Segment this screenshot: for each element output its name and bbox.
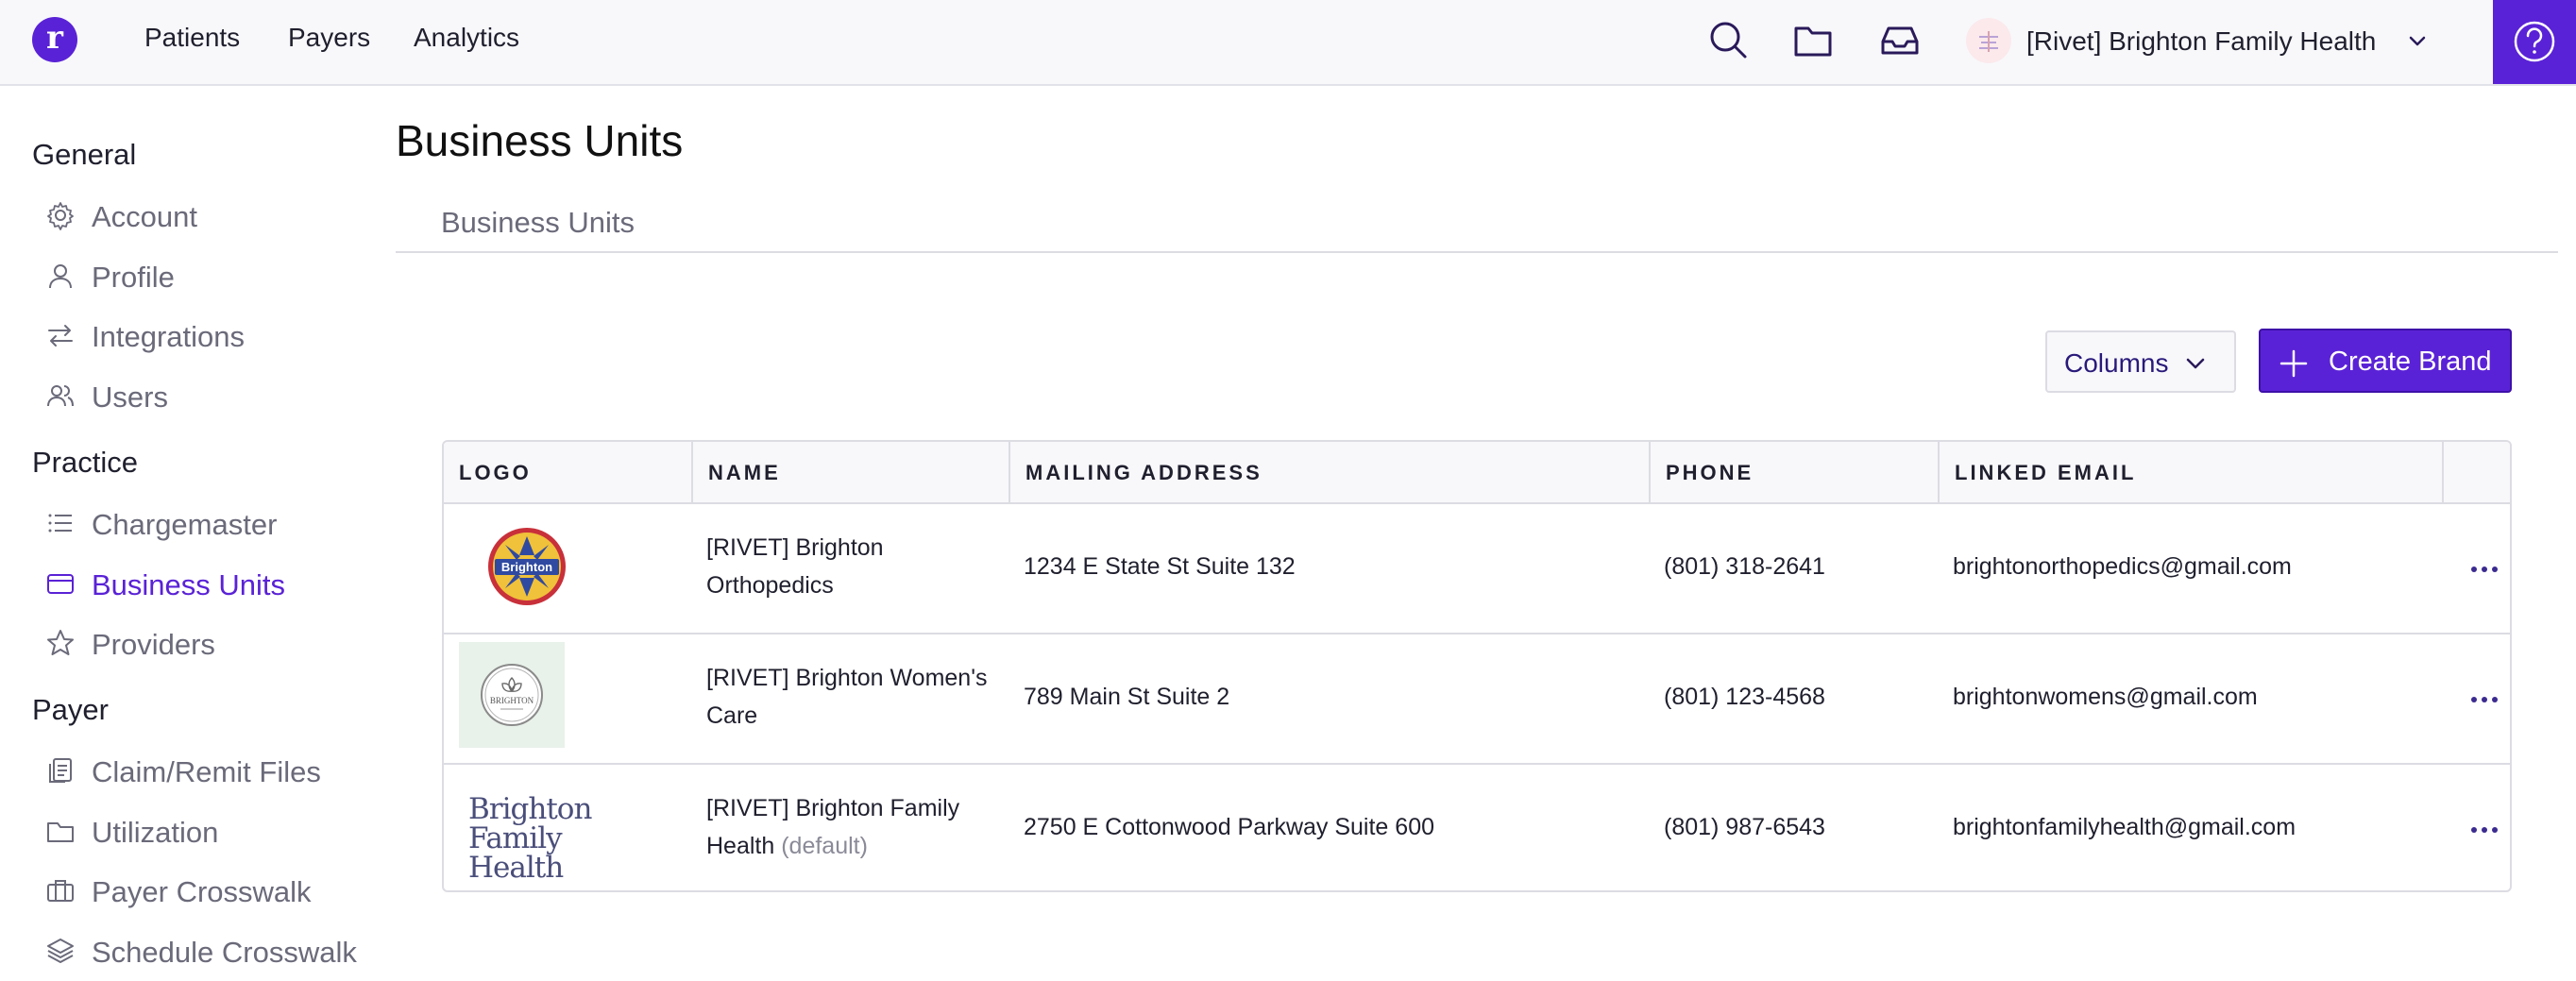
- row-phone: (801) 318-2641: [1664, 553, 1825, 580]
- sidebar-item-providers[interactable]: Providers: [45, 620, 385, 666]
- row-email: brightonwomens@gmail.com: [1953, 684, 2258, 710]
- name-line2: Orthopedics: [706, 572, 834, 599]
- logo-text: BRIGHTON: [490, 696, 534, 705]
- sidebar-item-label: Schedule Crosswalk: [92, 936, 357, 969]
- table-row[interactable]: BRIGHTON [RIVET] Brighton Women's Care 78…: [444, 634, 2510, 765]
- header-name[interactable]: NAME: [691, 442, 1008, 504]
- section-payer: Payer: [32, 693, 109, 726]
- sidebar-item-utilization[interactable]: Utilization: [45, 808, 385, 854]
- layers-icon: [47, 939, 74, 963]
- sidebar-item-chargemaster[interactable]: Chargemaster: [45, 500, 385, 546]
- name-line2: Care: [706, 702, 758, 729]
- header-linked-email[interactable]: LINKED EMAIL: [1938, 442, 2442, 504]
- brighton-family-health-logo: Brighton Family Health: [468, 795, 669, 883]
- header-logo[interactable]: LOGO: [444, 442, 691, 504]
- inbox-icon[interactable]: [1879, 19, 1921, 60]
- sidebar-item-integrations[interactable]: Integrations: [45, 313, 385, 358]
- columns-button-label: Columns: [2064, 348, 2169, 378]
- columns-button[interactable]: Columns: [2045, 330, 2236, 393]
- nav-patients[interactable]: Patients: [144, 23, 240, 53]
- sidebar-item-label: Utilization: [92, 816, 219, 849]
- header-actions: [2442, 442, 2510, 504]
- table-row[interactable]: Brighton Family Health [RIVET] Brighton …: [444, 765, 2510, 890]
- arrows-icon: [48, 325, 73, 347]
- card-icon: [47, 574, 74, 594]
- row-address: 789 Main St Suite 2: [1024, 684, 1230, 710]
- brighton-womens-logo: BRIGHTON: [459, 642, 565, 748]
- gear-icon: [47, 202, 74, 230]
- sidebar-item-label: Account: [92, 200, 198, 233]
- folder-icon[interactable]: [1792, 19, 1834, 60]
- row-address: 1234 E State St Suite 132: [1024, 553, 1296, 580]
- rivet-logo[interactable]: r: [32, 17, 77, 62]
- section-practice: Practice: [32, 446, 138, 479]
- sidebar-item-label: Profile: [92, 261, 175, 294]
- sidebar-item-business-units[interactable]: Business Units: [45, 561, 385, 606]
- tab-divider: [396, 251, 2558, 253]
- more-actions-icon[interactable]: [2468, 816, 2500, 844]
- business-units-table: LOGO NAME MAILING ADDRESS PHONE LINKED E…: [442, 440, 2512, 892]
- header-phone[interactable]: PHONE: [1649, 442, 1938, 504]
- rivet-logo-letter: r: [46, 19, 63, 57]
- row-address: 2750 E Cottonwood Parkway Suite 600: [1024, 814, 1434, 840]
- folder-icon: [47, 822, 74, 842]
- help-button[interactable]: [2493, 0, 2576, 84]
- plus-icon: [2279, 349, 2308, 378]
- users-icon: [47, 385, 74, 407]
- chevron-down-icon: [2186, 358, 2205, 369]
- row-email: brightonorthopedics@gmail.com: [1953, 553, 2292, 580]
- briefcase-icon: [47, 880, 74, 902]
- help-icon: [2514, 21, 2555, 62]
- page-title: Business Units: [396, 116, 684, 165]
- table-header: LOGO NAME MAILING ADDRESS PHONE LINKED E…: [444, 442, 2510, 504]
- top-bar: r Patients Payers Analytics [Rivet] Brig…: [0, 0, 2576, 86]
- star-icon: [47, 630, 74, 655]
- sidebar-item-label: Claim/Remit Files: [92, 755, 321, 788]
- chevron-down-icon: [2409, 36, 2426, 46]
- brighton-orthopedics-logo: Brighton: [488, 528, 566, 605]
- search-icon[interactable]: [1707, 19, 1749, 60]
- logo-text: Brighton Family Health: [468, 792, 592, 885]
- org-name: [Rivet] Brighton Family Health: [2026, 26, 2377, 56]
- nav-payers[interactable]: Payers: [288, 23, 370, 53]
- sidebar-item-label: Payer Crosswalk: [92, 875, 312, 908]
- nav-analytics[interactable]: Analytics: [414, 23, 519, 53]
- org-avatar-icon: [1979, 31, 1998, 52]
- sidebar-item-profile[interactable]: Profile: [45, 253, 385, 298]
- name-line1: [RIVET] Brighton Women's: [706, 665, 988, 691]
- row-phone: (801) 123-4568: [1664, 684, 1825, 710]
- files-icon: [49, 758, 72, 783]
- tab-business-units[interactable]: Business Units: [441, 206, 635, 240]
- name-line2: Health: [706, 833, 775, 859]
- row-name: [RIVET] Brighton Orthopedics: [706, 529, 884, 604]
- user-icon: [49, 264, 72, 289]
- org-avatar: [1966, 18, 2011, 63]
- sidebar-item-users[interactable]: Users: [45, 373, 385, 418]
- create-brand-label: Create Brand: [2329, 347, 2492, 377]
- create-brand-button[interactable]: Create Brand: [2259, 329, 2512, 393]
- sidebar-item-payer-crosswalk[interactable]: Payer Crosswalk: [45, 868, 385, 913]
- row-name: [RIVET] Brighton Women's Care: [706, 659, 987, 735]
- section-general: General: [32, 138, 137, 171]
- header-mailing-address[interactable]: MAILING ADDRESS: [1008, 442, 1649, 504]
- table-row[interactable]: Brighton [RIVET] Brighton Orthopedics 123…: [444, 504, 2510, 634]
- sidebar-item-schedule-crosswalk[interactable]: Schedule Crosswalk: [45, 928, 385, 973]
- logo-text: Brighton: [501, 560, 552, 574]
- more-actions-icon[interactable]: [2468, 685, 2500, 714]
- row-name: [RIVET] Brighton Family Health (default): [706, 789, 959, 865]
- sidebar-item-label: Business Units: [92, 568, 286, 601]
- name-line1: [RIVET] Brighton Family: [706, 795, 960, 821]
- sidebar-item-account[interactable]: Account: [45, 193, 385, 238]
- sidebar-item-label: Users: [92, 381, 168, 414]
- sidebar-item-label: Integrations: [92, 320, 245, 353]
- more-actions-icon[interactable]: [2468, 555, 2500, 584]
- list-icon: [48, 514, 72, 533]
- sidebar-item-claim-remit-files[interactable]: Claim/Remit Files: [45, 748, 385, 793]
- sidebar-item-label: Chargemaster: [92, 508, 278, 541]
- row-email: brightonfamilyhealth@gmail.com: [1953, 814, 2296, 840]
- row-phone: (801) 987-6543: [1664, 814, 1825, 840]
- default-badge: (default): [781, 833, 868, 859]
- name-line1: [RIVET] Brighton: [706, 534, 884, 561]
- sidebar-item-label: Providers: [92, 628, 215, 661]
